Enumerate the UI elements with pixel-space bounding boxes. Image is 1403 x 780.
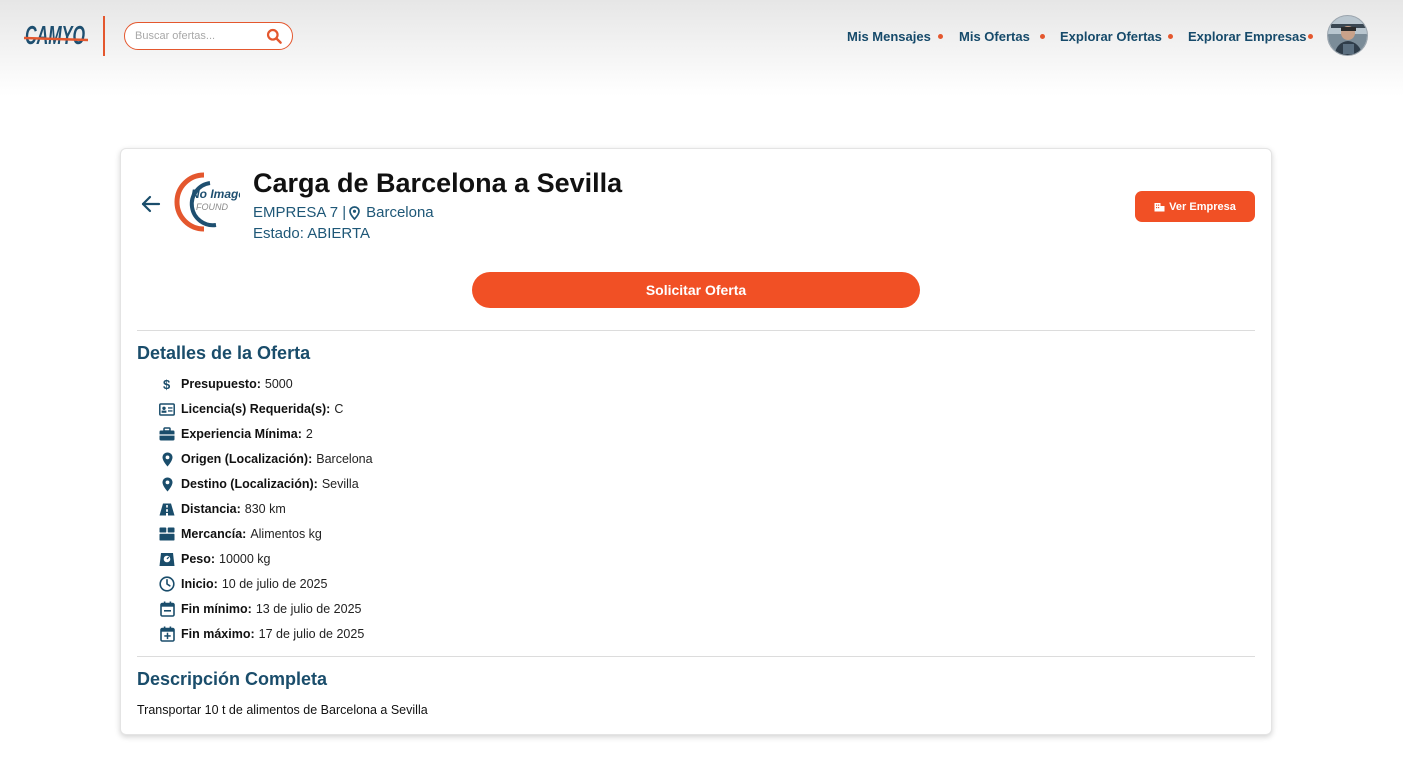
detail-value: C bbox=[334, 402, 344, 416]
detail-presupuesto: $ Presupuesto: 5000 bbox=[158, 375, 293, 393]
detail-licencia: Licencia(s) Requerida(s): C bbox=[158, 400, 343, 418]
detail-label: Peso: bbox=[181, 552, 216, 566]
dollar-icon: $ bbox=[158, 376, 176, 392]
camyo-logo[interactable]: CAMYO bbox=[23, 14, 89, 54]
detail-mercancia: Mercancía: Alimentos kg bbox=[158, 525, 322, 543]
detail-value: Sevilla bbox=[321, 477, 359, 491]
detail-peso: Peso: 10000 kg bbox=[158, 550, 270, 568]
briefcase-icon bbox=[158, 426, 176, 442]
calendar-plus-icon bbox=[158, 626, 176, 642]
detail-label: Licencia(s) Requerida(s): bbox=[181, 402, 331, 416]
detail-fin-minimo: Fin mínimo: 13 de julio de 2025 bbox=[158, 600, 361, 618]
detail-value: 2 bbox=[305, 427, 313, 441]
detail-value: 10000 kg bbox=[219, 552, 271, 566]
detail-label: Experiencia Mínima: bbox=[181, 427, 302, 441]
location-pin-icon bbox=[349, 205, 360, 220]
svg-text:No Image: No Image bbox=[191, 187, 240, 201]
description-text: Transportar 10 t de alimentos de Barcelo… bbox=[137, 703, 428, 717]
svg-text:CAMYO: CAMYO bbox=[25, 20, 85, 50]
ver-empresa-button[interactable]: Ver Empresa bbox=[1135, 191, 1255, 222]
detail-value: Alimentos kg bbox=[250, 527, 322, 541]
header-divider bbox=[103, 16, 105, 56]
detail-label: Destino (Localización): bbox=[181, 477, 318, 491]
detail-value: 830 km bbox=[244, 502, 286, 516]
search-input[interactable] bbox=[135, 28, 261, 44]
detail-inicio: Inicio: 10 de julio de 2025 bbox=[158, 575, 327, 593]
detail-label: Presupuesto: bbox=[181, 377, 261, 391]
offer-company-line: EMPRESA 7 | Barcelona bbox=[253, 204, 434, 221]
clock-icon bbox=[158, 576, 176, 592]
box-icon bbox=[158, 526, 176, 542]
description-section-title: Descripción Completa bbox=[137, 669, 328, 689]
section-divider bbox=[137, 656, 1255, 657]
nav-separator bbox=[1308, 34, 1313, 39]
svg-text:$: $ bbox=[163, 377, 171, 391]
nav-explorar-ofertas[interactable]: Explorar Ofertas bbox=[1060, 29, 1162, 45]
nav-separator bbox=[938, 34, 943, 39]
detail-label: Origen (Localización): bbox=[181, 452, 313, 466]
detail-label: Mercancía: bbox=[181, 527, 247, 541]
company-location: Barcelona bbox=[366, 204, 434, 221]
calendar-icon bbox=[158, 601, 176, 617]
road-icon bbox=[158, 501, 176, 517]
solicitar-oferta-label: Solicitar Oferta bbox=[645, 282, 747, 298]
detail-value: 17 de julio de 2025 bbox=[258, 627, 365, 641]
detail-destino: Destino (Localización): Sevilla bbox=[158, 475, 359, 493]
ver-empresa-label: Ver Empresa bbox=[1169, 200, 1236, 213]
detail-value: 5000 bbox=[264, 377, 293, 391]
offer-status: Estado: ABIERTA bbox=[253, 225, 371, 242]
offer-title: Carga de Barcelona a Sevilla bbox=[253, 168, 623, 198]
back-arrow-icon[interactable] bbox=[140, 193, 162, 215]
id-card-icon bbox=[158, 401, 176, 417]
detail-distancia: Distancia: 830 km bbox=[158, 500, 286, 518]
solicitar-oferta-button[interactable]: Solicitar Oferta bbox=[472, 272, 920, 308]
nav-separator bbox=[1040, 34, 1045, 39]
weight-icon bbox=[158, 551, 176, 567]
search-box[interactable] bbox=[124, 22, 293, 50]
nav-mis-ofertas[interactable]: Mis Ofertas bbox=[959, 29, 1030, 45]
detail-label: Inicio: bbox=[181, 577, 218, 591]
details-section-title: Detalles de la Oferta bbox=[137, 343, 311, 363]
detail-value: 10 de julio de 2025 bbox=[221, 577, 328, 591]
user-avatar[interactable] bbox=[1327, 15, 1368, 56]
detail-value: 13 de julio de 2025 bbox=[255, 602, 362, 616]
building-icon bbox=[1154, 202, 1165, 211]
company-logo: No Image FOUND bbox=[170, 171, 245, 233]
nav-explorar-empresas[interactable]: Explorar Empresas bbox=[1188, 29, 1307, 45]
nav-separator bbox=[1168, 34, 1173, 39]
section-divider bbox=[137, 330, 1255, 331]
nav-mis-mensajes[interactable]: Mis Mensajes bbox=[847, 29, 931, 45]
detail-label: Fin mínimo: bbox=[181, 602, 252, 616]
detail-experiencia: Experiencia Mínima: 2 bbox=[158, 425, 313, 443]
detail-label: Distancia: bbox=[181, 502, 241, 516]
location-pin-icon bbox=[158, 476, 176, 492]
location-pin-icon bbox=[158, 451, 176, 467]
detail-fin-maximo: Fin máximo: 17 de julio de 2025 bbox=[158, 625, 364, 643]
detail-value: Barcelona bbox=[316, 452, 373, 466]
detail-label: Fin máximo: bbox=[181, 627, 255, 641]
company-name[interactable]: EMPRESA 7 | bbox=[253, 204, 346, 221]
svg-text:FOUND: FOUND bbox=[196, 202, 228, 212]
detail-origen: Origen (Localización): Barcelona bbox=[158, 450, 373, 468]
search-icon[interactable] bbox=[266, 28, 283, 45]
